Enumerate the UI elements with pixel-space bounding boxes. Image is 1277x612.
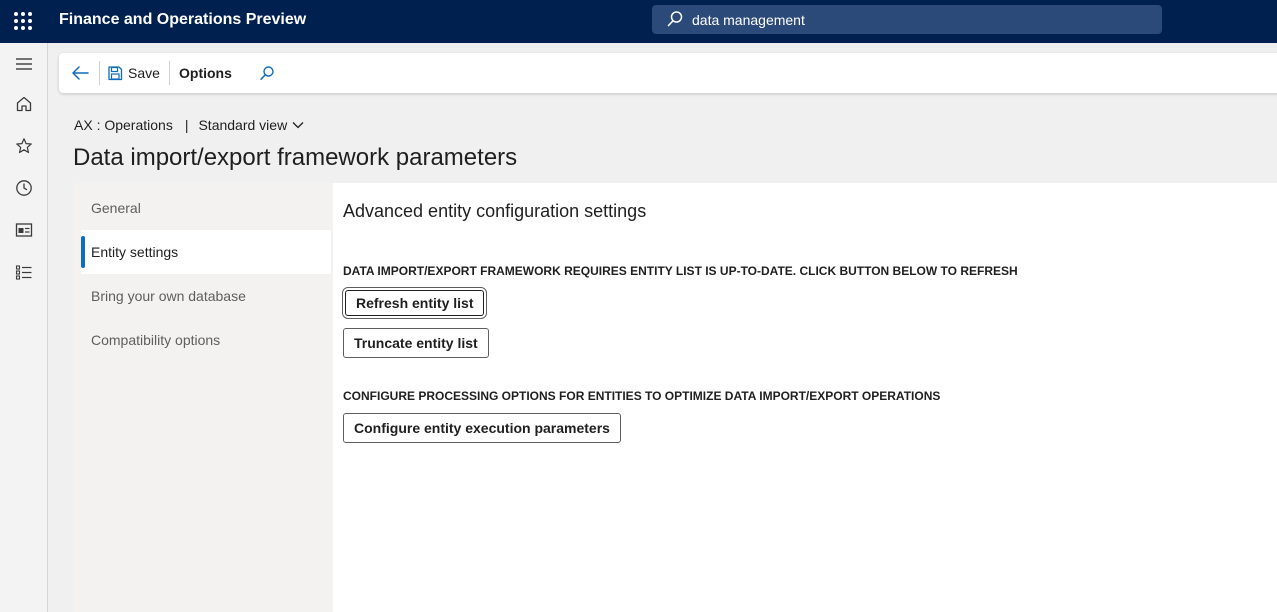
star-icon[interactable] — [0, 125, 47, 167]
page-title: Data import/export framework parameters — [73, 144, 518, 171]
panel-heading: Advanced entity configuration settings — [343, 201, 647, 221]
truncate-entity-list-button[interactable]: Truncate entity list — [343, 328, 489, 358]
menu-icon[interactable] — [0, 43, 47, 85]
save-button[interactable]: Save — [107, 60, 160, 86]
global-search[interactable] — [652, 5, 1162, 34]
save-label: Save — [128, 65, 160, 81]
configure-entity-execution-parameters-button[interactable]: Configure entity execution parameters — [343, 413, 621, 443]
search-icon — [666, 10, 684, 28]
back-button[interactable] — [67, 60, 93, 86]
list-icon[interactable] — [0, 251, 47, 293]
tab-label: Entity settings — [91, 244, 179, 260]
breadcrumb: AX : Operations | Standard view — [74, 116, 304, 134]
clock-icon[interactable] — [0, 167, 47, 209]
search-input[interactable] — [692, 5, 1152, 34]
vertical-tabs: General Entity settings Bring your own d… — [73, 183, 333, 612]
view-label: Standard view — [198, 117, 288, 133]
tab-label: General — [91, 200, 141, 216]
chevron-down-icon — [292, 122, 304, 129]
entity-settings-panel: Advanced entity configuration settings D… — [333, 183, 1277, 612]
tab-label: Compatibility options — [91, 332, 221, 348]
workspace-icon[interactable] — [0, 209, 47, 251]
back-arrow-icon — [72, 66, 89, 80]
separator — [169, 61, 170, 85]
refresh-instructions: DATA IMPORT/EXPORT FRAMEWORK REQUIRES EN… — [343, 264, 1018, 278]
home-icon[interactable] — [0, 83, 47, 125]
app-title: Finance and Operations Preview — [59, 11, 307, 28]
save-icon — [108, 66, 123, 81]
navigation-rail — [0, 43, 48, 612]
top-bar: Finance and Operations Preview — [0, 0, 1277, 43]
view-selector[interactable]: Standard view — [198, 116, 304, 134]
parameters-card: General Entity settings Bring your own d… — [73, 183, 1277, 612]
separator — [99, 61, 100, 85]
find-button[interactable] — [255, 61, 279, 85]
active-tab-indicator — [81, 236, 85, 268]
refresh-entity-list-button[interactable]: Refresh entity list — [341, 287, 488, 319]
search-icon — [260, 66, 274, 80]
tab-general[interactable]: General — [81, 186, 331, 230]
options-tab[interactable]: Options — [179, 60, 232, 86]
tab-entity-settings[interactable]: Entity settings — [81, 230, 331, 274]
tab-label: Bring your own database — [91, 288, 246, 304]
action-bar: Save Options — [59, 53, 1277, 93]
tab-compatibility-options[interactable]: Compatibility options — [81, 318, 331, 362]
processing-options-instructions: CONFIGURE PROCESSING OPTIONS FOR ENTITIE… — [343, 389, 941, 403]
breadcrumb-separator: | — [184, 117, 189, 133]
tab-bring-your-own-database[interactable]: Bring your own database — [81, 274, 331, 318]
app-launcher-icon[interactable] — [11, 9, 35, 33]
company-name: AX : Operations — [74, 117, 173, 133]
